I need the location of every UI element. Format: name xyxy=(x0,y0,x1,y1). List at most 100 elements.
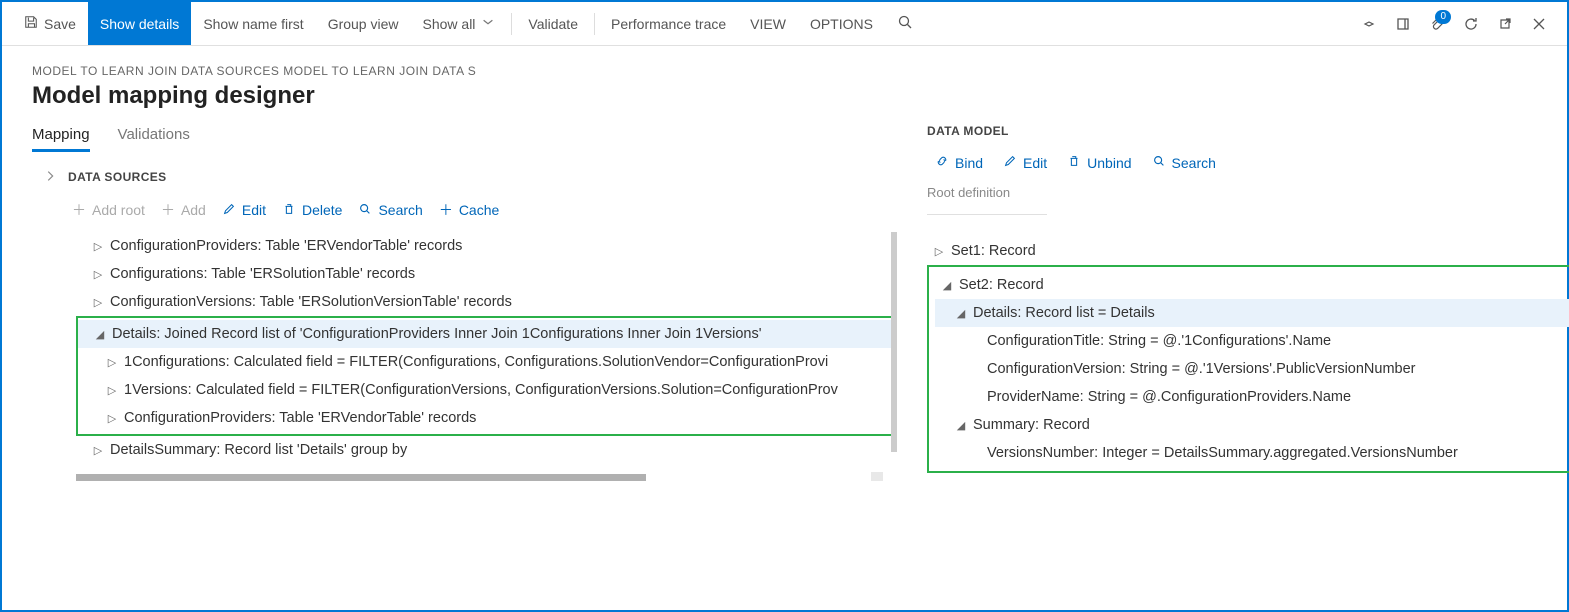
edit-label: Edit xyxy=(1023,155,1047,171)
data-sources-header: DATA SOURCES xyxy=(68,160,167,192)
blank-chevron xyxy=(963,447,987,459)
tree-label: ConfigurationProviders: Table 'ERVendorT… xyxy=(124,410,476,426)
tree-row[interactable]: ◢ Set2: Record xyxy=(935,271,1569,299)
options-button[interactable]: OPTIONS xyxy=(798,2,885,45)
tree-label: Configurations: Table 'ERSolutionTable' … xyxy=(110,266,415,282)
tab-mapping[interactable]: Mapping xyxy=(32,120,90,152)
tree-row[interactable]: VersionsNumber: Integer = DetailsSummary… xyxy=(935,439,1569,467)
office-icon[interactable] xyxy=(1395,16,1411,32)
blank-chevron xyxy=(963,335,987,347)
add-button[interactable]: ＋ Add xyxy=(161,200,206,220)
unbind-label: Unbind xyxy=(1087,155,1131,171)
unbind-button[interactable]: Unbind xyxy=(1067,154,1131,171)
popout-icon[interactable] xyxy=(1497,16,1513,32)
chevron-right-icon[interactable]: ▷ xyxy=(86,240,110,253)
refresh-icon[interactable] xyxy=(1463,16,1479,32)
vertical-scrollbar[interactable] xyxy=(891,232,897,452)
chevron-down-icon[interactable]: ◢ xyxy=(949,419,973,432)
diamond-icon[interactable] xyxy=(1361,16,1377,32)
tree-row[interactable]: ▷ 1Configurations: Calculated field = FI… xyxy=(78,348,895,376)
tree-label: ProviderName: String = @.ConfigurationPr… xyxy=(987,389,1351,405)
view-button[interactable]: VIEW xyxy=(738,2,798,45)
chevron-right-icon[interactable]: ▷ xyxy=(100,412,124,425)
group-view-label: Group view xyxy=(328,16,399,32)
data-sources-header-row: DATA SOURCES xyxy=(32,160,897,192)
panel-expand-icon[interactable] xyxy=(32,169,68,183)
plus-icon: ＋ xyxy=(161,200,175,220)
toolbar-search-button[interactable] xyxy=(885,2,925,45)
chevron-right-icon[interactable]: ▷ xyxy=(927,245,951,258)
tree-row[interactable]: ◢ Summary: Record xyxy=(935,411,1569,439)
close-icon[interactable] xyxy=(1531,16,1547,32)
plus-icon: ＋ xyxy=(72,200,86,220)
tree-row[interactable]: ▷ ConfigurationVersions: Table 'ERSoluti… xyxy=(36,288,897,316)
tree-label: 1Versions: Calculated field = FILTER(Con… xyxy=(124,382,838,398)
tree-row[interactable]: ▷ ConfigurationProviders: Table 'ERVendo… xyxy=(36,232,897,260)
edit-button[interactable]: Edit xyxy=(222,202,266,219)
add-root-button[interactable]: ＋ Add root xyxy=(72,200,145,220)
show-name-first-button[interactable]: Show name first xyxy=(191,2,315,45)
chevron-right-icon[interactable]: ▷ xyxy=(86,296,110,309)
horizontal-scrollbar[interactable] xyxy=(76,474,857,481)
highlight-box: ◢ Set2: Record ◢ Details: Record list = … xyxy=(927,265,1569,473)
show-details-button[interactable]: Show details xyxy=(88,2,191,45)
tree-row[interactable]: ProviderName: String = @.ConfigurationPr… xyxy=(935,383,1569,411)
chevron-right-icon[interactable]: ▷ xyxy=(86,444,110,457)
tree-row[interactable]: ▷ 1Versions: Calculated field = FILTER(C… xyxy=(78,376,895,404)
show-all-dropdown[interactable]: Show all xyxy=(411,2,508,45)
attachment-icon[interactable]: 0 xyxy=(1429,16,1445,32)
tree-row[interactable]: ▷ Set1: Record xyxy=(927,237,1569,265)
tree-row[interactable]: ▷ ConfigurationProviders: Table 'ERVendo… xyxy=(78,404,895,432)
search-icon xyxy=(897,14,913,33)
tree-label: DetailsSummary: Record list 'Details' gr… xyxy=(110,442,407,458)
tree-label: ConfigurationVersions: Table 'ERSolution… xyxy=(110,294,512,310)
chevron-right-icon[interactable]: ▷ xyxy=(100,356,124,369)
view-label: VIEW xyxy=(750,16,786,32)
delete-button[interactable]: Delete xyxy=(282,202,342,219)
tree-row[interactable]: ConfigurationVersion: String = @.'1Versi… xyxy=(935,355,1569,383)
tree-label: Details: Record list = Details xyxy=(973,305,1155,321)
toolbar: Save Show details Show name first Group … xyxy=(2,2,1567,46)
cache-button[interactable]: ＋ Cache xyxy=(439,200,499,220)
validate-button[interactable]: Validate xyxy=(516,2,590,45)
right-panel: DATA MODEL Bind Edit Unbind xyxy=(897,120,1569,578)
attachment-badge: 0 xyxy=(1435,10,1451,24)
save-button[interactable]: Save xyxy=(12,2,88,45)
performance-trace-button[interactable]: Performance trace xyxy=(599,2,738,45)
tree-row[interactable]: ▷ DetailsSummary: Record list 'Details' … xyxy=(36,436,897,464)
tree-row[interactable]: ◢ Details: Record list = Details xyxy=(935,299,1569,327)
tree-row[interactable]: ◢ Details: Joined Record list of 'Config… xyxy=(78,320,895,348)
add-root-label: Add root xyxy=(92,202,145,218)
tree-row[interactable]: ConfigurationTitle: String = @.'1Configu… xyxy=(935,327,1569,355)
save-label: Save xyxy=(44,16,76,32)
scroll-thumb[interactable] xyxy=(76,474,646,481)
data-model-tree: ▷ Set1: Record ◢ Set2: Record ◢ Details:… xyxy=(927,237,1569,473)
tree-label: Set2: Record xyxy=(959,277,1044,293)
group-view-button[interactable]: Group view xyxy=(316,2,411,45)
toolbar-separator xyxy=(594,13,595,35)
divider xyxy=(927,214,1047,215)
chevron-right-icon[interactable]: ▷ xyxy=(86,268,110,281)
blank-chevron xyxy=(963,391,987,403)
edit-button[interactable]: Edit xyxy=(1003,154,1047,171)
chevron-right-icon[interactable]: ▷ xyxy=(100,384,124,397)
left-panel: Mapping Validations DATA SOURCES ＋ Add r… xyxy=(32,120,897,578)
search-button[interactable]: Search xyxy=(358,202,422,219)
chevron-down-icon[interactable]: ◢ xyxy=(88,328,112,341)
search-label: Search xyxy=(1172,155,1216,171)
show-name-first-label: Show name first xyxy=(203,16,303,32)
blank-chevron xyxy=(963,363,987,375)
chevron-down-icon[interactable]: ◢ xyxy=(935,279,959,292)
tree-row[interactable]: ▷ Configurations: Table 'ERSolutionTable… xyxy=(36,260,897,288)
chevron-down-icon[interactable]: ◢ xyxy=(949,307,973,320)
search-button[interactable]: Search xyxy=(1152,154,1216,171)
options-label: OPTIONS xyxy=(810,16,873,32)
scroll-end xyxy=(871,472,883,481)
bind-button[interactable]: Bind xyxy=(935,154,983,171)
tab-validations[interactable]: Validations xyxy=(118,120,190,152)
tree-label: ConfigurationTitle: String = @.'1Configu… xyxy=(987,333,1331,349)
search-label: Search xyxy=(378,202,422,218)
save-icon xyxy=(24,15,38,32)
trash-icon xyxy=(1067,154,1081,171)
page-title: Model mapping designer xyxy=(2,82,1567,120)
